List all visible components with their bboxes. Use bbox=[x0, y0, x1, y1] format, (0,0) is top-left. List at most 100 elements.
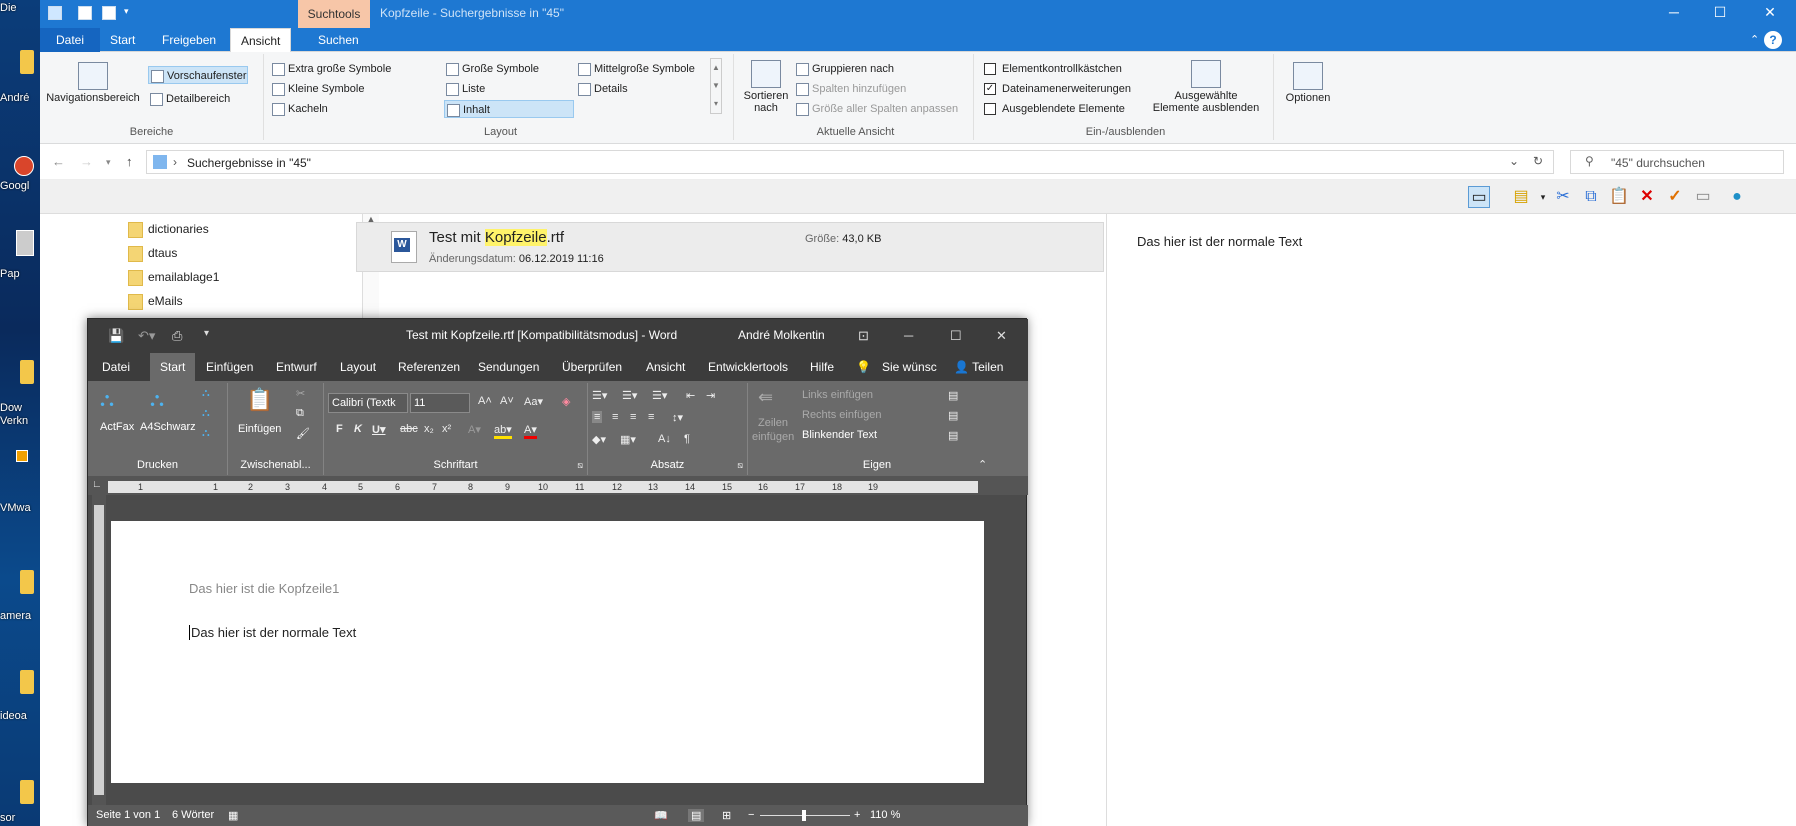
tab-suchen[interactable]: Suchen bbox=[308, 28, 369, 52]
zoom-in-icon[interactable]: + bbox=[854, 809, 860, 821]
wtab-entwurf[interactable]: Entwurf bbox=[276, 353, 317, 381]
change-case-icon[interactable]: Aa▾ bbox=[524, 395, 543, 408]
text-effects-icon[interactable]: A▾ bbox=[468, 423, 481, 436]
word-count[interactable]: 6 Wörter bbox=[172, 809, 214, 821]
table-icon[interactable]: ▤ bbox=[948, 389, 958, 402]
wtab-layout[interactable]: Layout bbox=[340, 353, 376, 381]
maximize-button[interactable]: ☐ bbox=[1700, 4, 1740, 21]
horizontal-ruler[interactable]: ∟ 1 1 2 3 4 5 6 7 8 9 10 11 12 13 14 15 … bbox=[88, 477, 1028, 495]
network-icon[interactable]: ⛬ bbox=[150, 389, 164, 412]
help-icon[interactable]: ? bbox=[1764, 31, 1782, 49]
folder-item[interactable]: emailablage1 bbox=[128, 266, 219, 288]
font-name-select[interactable]: Calibri (Textk bbox=[328, 393, 408, 413]
word-maximize-button[interactable]: ☐ bbox=[950, 328, 962, 344]
font-size-select[interactable]: 11 bbox=[410, 393, 470, 413]
desktop-label[interactable]: Pap bbox=[0, 268, 40, 280]
layout-small-icons[interactable]: Kleine Symbole bbox=[270, 80, 364, 98]
ribbon-display-options-icon[interactable]: ⊡ bbox=[858, 328, 869, 344]
align-left-icon[interactable]: ≡ bbox=[592, 411, 603, 423]
properties-icon[interactable]: ▤ bbox=[1510, 186, 1532, 208]
tab-ansicht[interactable]: Ansicht bbox=[230, 28, 292, 52]
a4schwarz-button[interactable]: A4Schwarz bbox=[140, 421, 196, 433]
select-icon[interactable]: ▭ bbox=[1692, 186, 1714, 208]
recent-locations-icon[interactable]: ▾ bbox=[106, 157, 111, 168]
vmware-icon[interactable] bbox=[16, 450, 28, 462]
network-icon[interactable]: ⛬ bbox=[100, 389, 114, 412]
wtab-sendungen[interactable]: Sendungen bbox=[478, 353, 539, 381]
tab-datei[interactable]: Datei bbox=[40, 28, 100, 52]
lightbulb-icon[interactable]: 💡 bbox=[856, 353, 871, 381]
layout-medium-icons[interactable]: Mittelgroße Symbole bbox=[576, 60, 695, 78]
layout-large-icons[interactable]: Große Symbole bbox=[444, 60, 539, 78]
clear-formatting-icon[interactable]: ◈ bbox=[562, 395, 570, 408]
hidden-items-toggle[interactable]: Ausgeblendete Elemente bbox=[984, 100, 1125, 118]
increase-indent-icon[interactable]: ⇥ bbox=[706, 389, 715, 402]
undo-icon[interactable]: ↶▾ bbox=[138, 328, 155, 344]
grow-font-icon[interactable]: A˄ bbox=[478, 395, 492, 407]
borders-icon[interactable]: ▦▾ bbox=[620, 433, 636, 446]
justify-icon[interactable]: ≡ bbox=[648, 411, 654, 423]
italic-icon[interactable]: K bbox=[354, 423, 362, 435]
search-input[interactable]: ⚲ "45" durchsuchen bbox=[1570, 150, 1784, 174]
multilevel-list-icon[interactable]: ☰▾ bbox=[652, 389, 667, 402]
desktop-label[interactable]: André bbox=[0, 92, 40, 104]
network-small-icon[interactable]: ⛬ bbox=[202, 427, 210, 440]
tab-start[interactable]: Start bbox=[100, 28, 145, 52]
bullets-icon[interactable]: ☰▾ bbox=[592, 389, 607, 402]
copy-icon[interactable]: ⧉ bbox=[296, 407, 304, 420]
quick-access-dropdown-icon[interactable]: ▾ bbox=[124, 6, 138, 20]
tab-selector-icon[interactable]: ∟ bbox=[92, 479, 102, 490]
shrink-font-icon[interactable]: A˅ bbox=[500, 395, 514, 407]
desktop-label[interactable]: VMwa bbox=[0, 502, 40, 514]
up-icon[interactable]: ↑ bbox=[126, 154, 133, 169]
tab-freigeben[interactable]: Freigeben bbox=[152, 28, 226, 52]
read-mode-icon[interactable]: 📖 bbox=[654, 809, 668, 822]
word-close-button[interactable]: ✕ bbox=[996, 328, 1007, 344]
refresh-icon[interactable]: ↻ bbox=[1533, 154, 1543, 168]
dialog-launcher-icon[interactable]: ⧅ bbox=[737, 460, 743, 471]
document-header[interactable]: Das hier ist die Kopfzeile1 bbox=[189, 581, 339, 596]
minimize-button[interactable]: ─ bbox=[1654, 4, 1694, 20]
folder-icon[interactable] bbox=[20, 50, 34, 74]
wtab-ueberpruefen[interactable]: Überprüfen bbox=[562, 353, 622, 381]
layout-content[interactable]: Inhalt bbox=[444, 100, 574, 118]
line-spacing-icon[interactable]: ↕▾ bbox=[672, 411, 683, 424]
forward-icon[interactable]: → bbox=[80, 154, 93, 169]
new-folder-icon[interactable] bbox=[102, 6, 116, 20]
print-preview-icon[interactable]: ⎙ bbox=[172, 328, 182, 344]
properties-icon[interactable] bbox=[78, 6, 92, 20]
save-icon[interactable]: 💾 bbox=[108, 328, 124, 344]
rename-icon[interactable]: ✓ bbox=[1664, 186, 1686, 208]
desktop-label[interactable]: Dow Verkn bbox=[0, 402, 40, 428]
bold-icon[interactable]: F bbox=[336, 423, 343, 435]
show-formatting-icon[interactable]: ¶ bbox=[684, 433, 690, 445]
globe-icon[interactable]: ● bbox=[1726, 186, 1748, 208]
folder-icon[interactable] bbox=[20, 670, 34, 694]
desktop-label[interactable]: amera bbox=[0, 610, 40, 622]
network-small-icon[interactable]: ⛬ bbox=[202, 387, 210, 400]
recycle-bin-icon[interactable] bbox=[16, 230, 34, 256]
layout-scroll-icon[interactable]: ▲ ▼ ▾ bbox=[710, 58, 722, 114]
folder-icon[interactable] bbox=[20, 780, 34, 804]
chrome-icon[interactable] bbox=[14, 156, 34, 176]
word-minimize-button[interactable]: ─ bbox=[904, 328, 913, 343]
layout-toggle-icon[interactable]: ▭ bbox=[1468, 186, 1490, 208]
folder-item[interactable]: dtaus bbox=[128, 242, 177, 264]
macro-record-icon[interactable]: ▦ bbox=[228, 809, 238, 822]
web-layout-icon[interactable]: ⊞ bbox=[722, 809, 731, 822]
document-page[interactable]: Das hier ist die Kopfzeile1 Das hier ist… bbox=[111, 521, 984, 783]
highlight-icon[interactable]: ab▾ bbox=[494, 423, 512, 439]
copy-icon[interactable]: ⧉ bbox=[1580, 186, 1602, 208]
align-right-icon[interactable]: ≡ bbox=[630, 411, 636, 423]
wtab-datei[interactable]: Datei bbox=[102, 353, 130, 381]
layout-details[interactable]: Details bbox=[576, 80, 628, 98]
sort-icon[interactable]: A↓ bbox=[658, 433, 671, 445]
wtab-ansicht[interactable]: Ansicht bbox=[646, 353, 685, 381]
search-result-item[interactable]: W Test mit Kopfzeile.rtf Änderungsdatum:… bbox=[356, 222, 1104, 272]
wtab-entwicklertools[interactable]: Entwicklertools bbox=[708, 353, 788, 381]
dropdown-icon[interactable]: ▾ bbox=[1532, 186, 1554, 208]
numbering-icon[interactable]: ☰▾ bbox=[622, 389, 637, 402]
format-painter-icon[interactable]: 🖌 bbox=[296, 427, 310, 440]
hide-selected-button[interactable]: Ausgewählte Elemente ausblenden bbox=[1146, 60, 1266, 114]
superscript-icon[interactable]: x² bbox=[442, 423, 451, 435]
